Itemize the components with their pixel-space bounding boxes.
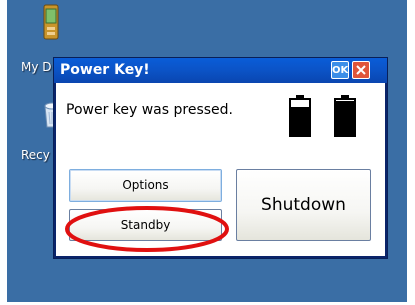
power-key-dialog: Power Key! OK Power key was pressed. Opt… [53, 57, 388, 259]
standby-button[interactable]: Standby [69, 209, 222, 241]
close-button[interactable] [352, 61, 370, 79]
desktop-icon-label: Recy [21, 148, 50, 162]
dialog-title: Power Key! [60, 62, 150, 78]
mobile-device-icon [43, 4, 59, 40]
dialog-message: Power key was pressed. [66, 102, 233, 118]
desktop: My D Recy Power Key! OK Power key was pr… [7, 0, 407, 302]
dialog-titlebar[interactable]: Power Key! OK [54, 58, 387, 83]
close-icon [356, 65, 366, 75]
shutdown-button[interactable]: Shutdown [236, 169, 371, 241]
ok-button[interactable]: OK [331, 61, 349, 79]
options-button[interactable]: Options [69, 169, 222, 202]
battery-icon [289, 95, 311, 137]
desktop-icon-label: My D [21, 60, 52, 74]
battery-icon [334, 95, 356, 137]
dialog-body: Power key was pressed. Options Standby S… [56, 83, 385, 256]
